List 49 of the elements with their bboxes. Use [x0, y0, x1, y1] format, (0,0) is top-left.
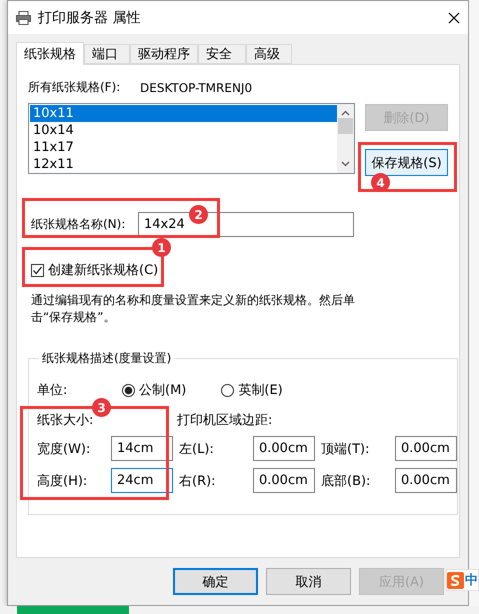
forms-listbox[interactable]: 10x11 10x14 11x17 12x11	[28, 103, 355, 174]
radio-button[interactable]	[122, 384, 135, 396]
field-label: 纸张规格名称(N):	[31, 216, 126, 233]
save-button[interactable]: 保存规格(S)	[365, 149, 448, 176]
server-name: DESKTOP-TMRENJ0	[140, 80, 252, 94]
radio-button[interactable]	[221, 384, 234, 396]
field-label: 宽度(W):	[37, 440, 92, 458]
field-label: 顶端(T):	[321, 440, 370, 458]
dialog-button[interactable]: 确定	[173, 568, 258, 595]
group-title: 纸张规格描述(度量设置)	[41, 350, 172, 367]
list-item[interactable]: 10x11	[30, 105, 337, 122]
dialog-button[interactable]: 取消	[266, 568, 351, 595]
list-label: 所有纸张规格(F):	[28, 79, 122, 96]
measure-field[interactable]: 24cm	[111, 468, 173, 493]
section-label: 打印机区域边距:	[177, 412, 272, 429]
units-label: 单位:	[37, 382, 68, 399]
tab[interactable]: 纸张规格	[16, 42, 84, 65]
field-label: 右(R):	[179, 472, 217, 490]
checkbox[interactable]	[31, 264, 44, 276]
tab[interactable]: 安全	[198, 44, 246, 64]
scroll-up-icon[interactable]	[341, 110, 350, 116]
measure-field[interactable]: 0.00cm	[253, 468, 315, 493]
scroll-thumb[interactable]	[338, 118, 353, 134]
field-label: 左(L):	[179, 440, 215, 458]
measure-field[interactable]: 0.00cm	[395, 468, 457, 493]
scroll-down-icon[interactable]	[341, 161, 350, 167]
description-text: 通过编辑现有的名称和度量设置来定义新的纸张规格。然后单击“保存规格”。	[31, 292, 356, 326]
list-item[interactable]: 11x17	[30, 139, 337, 156]
printer-icon	[16, 10, 31, 24]
tab[interactable]: 驱动程序	[130, 44, 198, 64]
ime-logo-icon	[447, 572, 464, 588]
window-title: 打印服务器 属性	[38, 8, 142, 26]
measure-field[interactable]: 0.00cm	[395, 436, 457, 461]
field-label: 底部(B):	[321, 472, 372, 490]
scrollbar[interactable]	[337, 104, 354, 173]
radio-label: 公制(M)	[139, 382, 186, 399]
close-icon[interactable]	[448, 12, 460, 24]
ime-toolbar[interactable]: 中	[446, 569, 479, 591]
radio-label: 英制(E)	[238, 382, 283, 399]
list-item[interactable]: 12x11	[30, 156, 337, 173]
tab[interactable]: 端口	[84, 44, 130, 64]
section-label: 纸张大小:	[37, 412, 94, 429]
measure-field[interactable]: 14cm	[111, 436, 173, 461]
ime-mode: 中	[465, 572, 478, 589]
checkbox-label: 创建新纸张规格(C)	[48, 262, 158, 279]
field-label: 高度(H):	[37, 472, 88, 490]
measure-field[interactable]: 0.00cm	[253, 436, 315, 461]
tab[interactable]: 高级	[246, 44, 292, 64]
list-item[interactable]: 10x14	[30, 122, 337, 139]
